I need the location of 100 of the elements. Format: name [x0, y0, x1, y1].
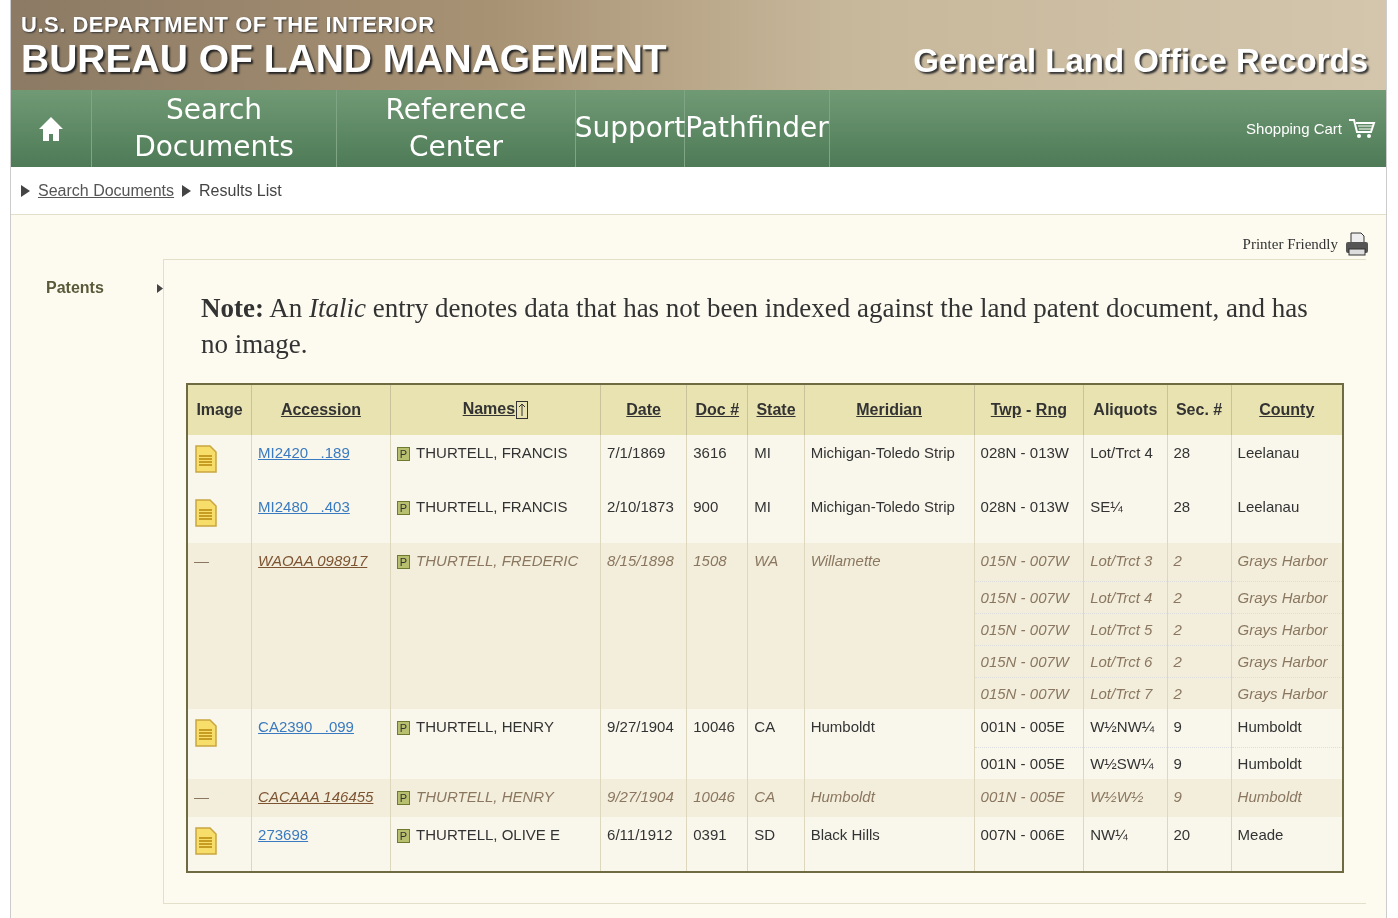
township-range-cell: 015N - 007W — [974, 645, 1084, 678]
column-header[interactable]: Names — [462, 400, 516, 418]
meridian-cell: Humboldt — [804, 778, 975, 817]
aliquots-cell: Lot/Trct 4 — [1083, 434, 1168, 489]
patent-badge[interactable]: P — [396, 500, 411, 515]
doc-number-cell: 0391 — [686, 816, 748, 872]
doc-number-cell: 1508 — [686, 542, 748, 709]
section-cell: 2 — [1167, 645, 1232, 678]
county-cell: Grays Harbor — [1231, 645, 1343, 678]
county-cell: Grays Harbor — [1231, 542, 1343, 582]
accession-link[interactable]: CA2390 .099 — [258, 717, 354, 735]
document-icon[interactable] — [194, 717, 218, 748]
date-cell: 9/27/1904 — [600, 778, 687, 817]
township-range-cell: 015N - 007W — [974, 542, 1084, 582]
column-header[interactable]: Twp — [990, 400, 1022, 418]
column-header: Aliquots — [1093, 400, 1158, 418]
document-icon[interactable] — [194, 825, 218, 856]
name-text: THURTELL, HENRY — [416, 787, 554, 805]
column-header[interactable]: Date — [626, 400, 661, 418]
no-image-mark: — — [194, 551, 209, 569]
printer-friendly-link[interactable]: Printer Friendly — [1242, 235, 1338, 253]
cart-icon[interactable] — [1348, 117, 1376, 140]
sidebar-item[interactable]: Patents — [46, 279, 104, 297]
column-header: Sec. # — [1175, 400, 1223, 418]
township-range-cell: 028N - 013W — [974, 488, 1084, 543]
doc-number-cell: 900 — [686, 488, 748, 543]
section-cell: 2 — [1167, 677, 1232, 709]
township-range-cell: 015N - 007W — [974, 581, 1084, 614]
aliquots-cell: NW¼ — [1083, 816, 1168, 872]
date-cell: 7/1/1869 — [600, 434, 687, 489]
township-range-cell: 015N - 007W — [974, 677, 1084, 709]
document-icon[interactable] — [194, 443, 218, 474]
meridian-cell: Humboldt — [804, 708, 975, 779]
date-cell: 2/10/1873 — [600, 488, 687, 543]
aliquots-cell: SE¼ — [1083, 488, 1168, 543]
doc-number-cell: 10046 — [686, 708, 748, 779]
date-cell: 9/27/1904 — [600, 708, 687, 779]
meridian-cell: Michigan-Toledo Strip — [804, 434, 975, 489]
document-icon[interactable] — [194, 497, 218, 528]
section-cell: 2 — [1167, 581, 1232, 614]
bureau-title: BUREAU OF LAND MANAGEMENT — [21, 38, 667, 81]
township-range-cell: 001N - 005E — [974, 708, 1084, 748]
breadcrumb-link[interactable]: Search Documents — [38, 181, 175, 200]
doc-number-cell: 3616 — [686, 434, 748, 489]
state-cell: WA — [747, 542, 805, 709]
shopping-cart-link[interactable]: Shopping Cart — [1246, 120, 1342, 137]
aliquots-cell: W½W½ — [1083, 778, 1168, 817]
meridian-cell: Michigan-Toledo Strip — [804, 488, 975, 543]
name-text: THURTELL, HENRY — [416, 717, 554, 735]
patent-badge[interactable]: P — [396, 446, 411, 461]
state-cell: CA — [747, 778, 805, 817]
aliquots-cell: W½SW¼ — [1083, 747, 1168, 779]
township-range-cell: 015N - 007W — [974, 613, 1084, 646]
county-cell: Grays Harbor — [1231, 677, 1343, 709]
aliquots-cell: W½NW¼ — [1083, 708, 1168, 748]
state-cell: SD — [747, 816, 805, 872]
accession-link[interactable]: WAOAA 098917 — [258, 551, 368, 569]
date-cell: 8/15/1898 — [600, 542, 687, 709]
printer-icon[interactable] — [1344, 231, 1370, 257]
state-cell: CA — [747, 708, 805, 779]
department-title: U.S. DEPARTMENT OF THE INTERIOR — [21, 12, 436, 38]
column-header: Image — [196, 400, 243, 418]
column-header[interactable]: Rng — [1035, 400, 1067, 418]
township-range-cell: 028N - 013W — [974, 434, 1084, 489]
column-header[interactable]: Meridian — [856, 400, 923, 418]
aliquots-cell: Lot/Trct 7 — [1083, 677, 1168, 709]
breadcrumb-text: Results List — [199, 181, 282, 200]
section-cell: 2 — [1167, 542, 1232, 582]
patent-badge[interactable]: P — [396, 554, 411, 569]
section-cell: 9 — [1167, 778, 1232, 817]
county-cell: Grays Harbor — [1231, 581, 1343, 614]
patent-badge[interactable]: P — [396, 828, 411, 843]
site-title: General Land Office Records — [913, 42, 1368, 80]
name-text: THURTELL, OLIVE E — [416, 825, 561, 843]
column-header[interactable]: County — [1259, 400, 1315, 418]
aliquots-cell: Lot/Trct 6 — [1083, 645, 1168, 678]
name-text: THURTELL, FRANCIS — [416, 497, 568, 515]
county-cell: Leelanau — [1231, 434, 1343, 489]
county-cell: Leelanau — [1231, 488, 1343, 543]
state-cell: MI — [747, 434, 805, 489]
section-cell: 28 — [1167, 488, 1232, 543]
sort-ascending-icon[interactable] — [516, 401, 529, 420]
arrow-icon — [157, 283, 163, 293]
aliquots-cell: Lot/Trct 4 — [1083, 581, 1168, 614]
patent-badge[interactable]: P — [396, 720, 411, 735]
doc-number-cell: 10046 — [686, 778, 748, 817]
section-cell: 28 — [1167, 434, 1232, 489]
aliquots-cell: Lot/Trct 5 — [1083, 613, 1168, 646]
patent-badge[interactable]: P — [396, 790, 411, 805]
county-cell: Humboldt — [1231, 778, 1343, 817]
township-range-cell: 001N - 005E — [974, 747, 1084, 779]
aliquots-cell: Lot/Trct 3 — [1083, 542, 1168, 582]
breadcrumb-arrow-icon — [21, 184, 30, 197]
township-range-cell: 001N - 005E — [974, 778, 1084, 817]
home-icon[interactable] — [38, 114, 64, 143]
breadcrumb-arrow-icon — [182, 184, 192, 197]
name-text: THURTELL, FRANCIS — [416, 443, 568, 461]
header-separator: - — [1026, 400, 1032, 418]
accession-link[interactable]: 273698 — [258, 825, 309, 843]
state-cell: MI — [747, 488, 805, 543]
